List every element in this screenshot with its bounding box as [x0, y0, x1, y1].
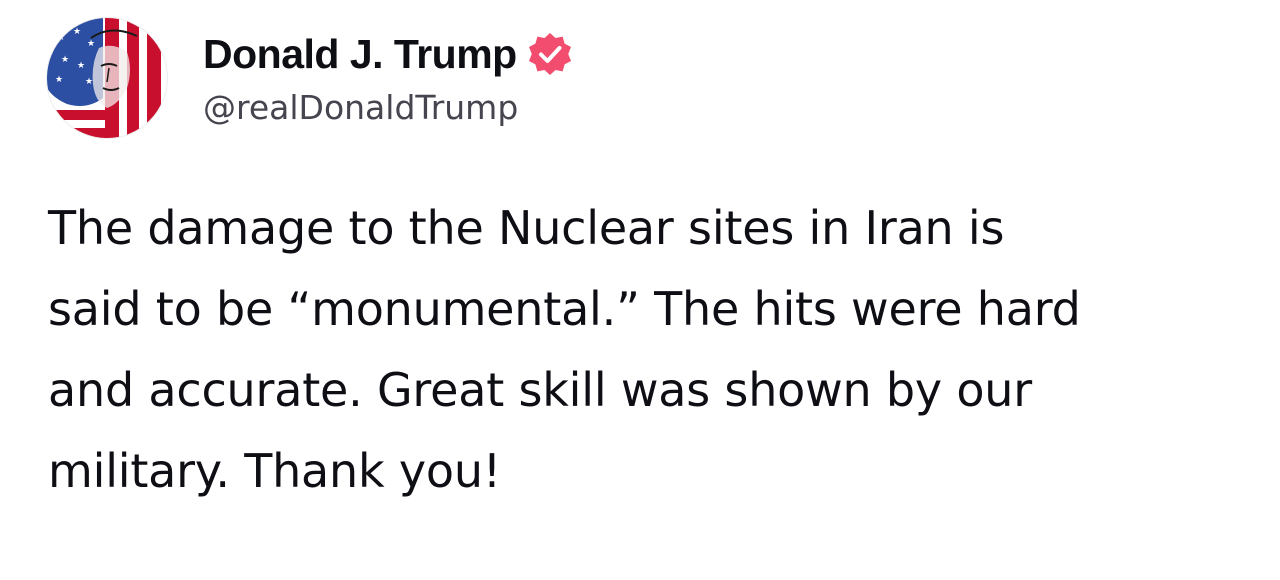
- post-text: The damage to the Nuclear sites in Iran …: [48, 188, 1248, 512]
- avatar[interactable]: ★ ★ ★ ★ ★ ★ ★: [47, 18, 167, 138]
- post-text-line: and accurate. Great skill was shown by o…: [48, 363, 1032, 417]
- svg-text:★: ★: [77, 61, 85, 71]
- verified-badge-icon: [527, 31, 573, 77]
- author-display-name[interactable]: Donald J. Trump: [203, 31, 517, 78]
- svg-text:★: ★: [85, 77, 93, 87]
- post-text-line: The damage to the Nuclear sites in Iran …: [48, 201, 1005, 255]
- author-handle[interactable]: @realDonaldTrump: [203, 88, 518, 127]
- svg-text:★: ★: [61, 55, 69, 65]
- post-card: ★ ★ ★ ★ ★ ★ ★ Donald J. Trump @realDonal…: [0, 0, 1280, 580]
- svg-text:★: ★: [87, 39, 95, 49]
- svg-text:★: ★: [55, 75, 63, 85]
- post-text-line: military. Thank you!: [48, 444, 502, 498]
- avatar-image: ★ ★ ★ ★ ★ ★ ★: [47, 18, 167, 138]
- author-name-row: Donald J. Trump: [203, 26, 573, 82]
- svg-text:★: ★: [57, 33, 65, 43]
- svg-text:★: ★: [73, 27, 81, 37]
- post-text-line: said to be “monumental.” The hits were h…: [48, 282, 1081, 336]
